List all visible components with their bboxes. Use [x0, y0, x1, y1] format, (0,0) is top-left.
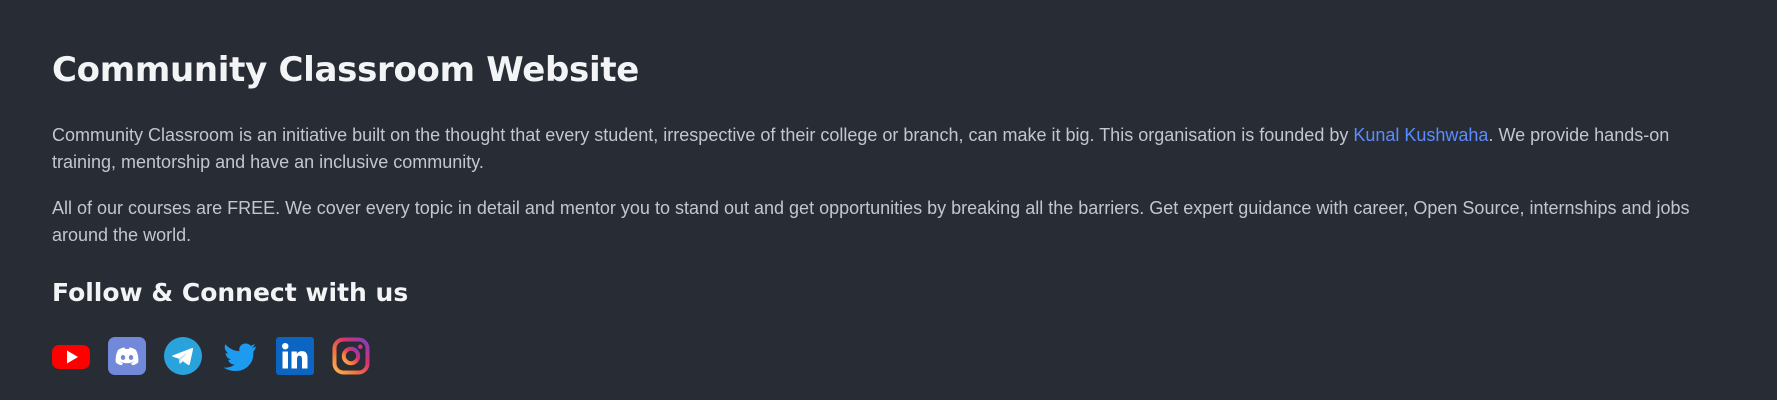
page-title: Community Classroom Website: [52, 50, 640, 90]
courses-paragraph: All of our courses are FREE. We cover ev…: [52, 198, 1690, 245]
intro-paragraph: Community Classroom is an initiative bui…: [52, 122, 1732, 176]
discord-icon[interactable]: [108, 337, 146, 375]
follow-heading: Follow & Connect with us: [52, 278, 409, 307]
social-links: [52, 337, 370, 375]
instagram-icon[interactable]: [332, 337, 370, 375]
founder-link[interactable]: Kunal Kushwaha: [1353, 125, 1488, 145]
youtube-icon[interactable]: [52, 337, 90, 375]
telegram-icon[interactable]: [164, 337, 202, 375]
twitter-icon[interactable]: [220, 337, 258, 375]
linkedin-icon[interactable]: [276, 337, 314, 375]
intro-text-start: Community Classroom is an initiative bui…: [52, 125, 1354, 145]
